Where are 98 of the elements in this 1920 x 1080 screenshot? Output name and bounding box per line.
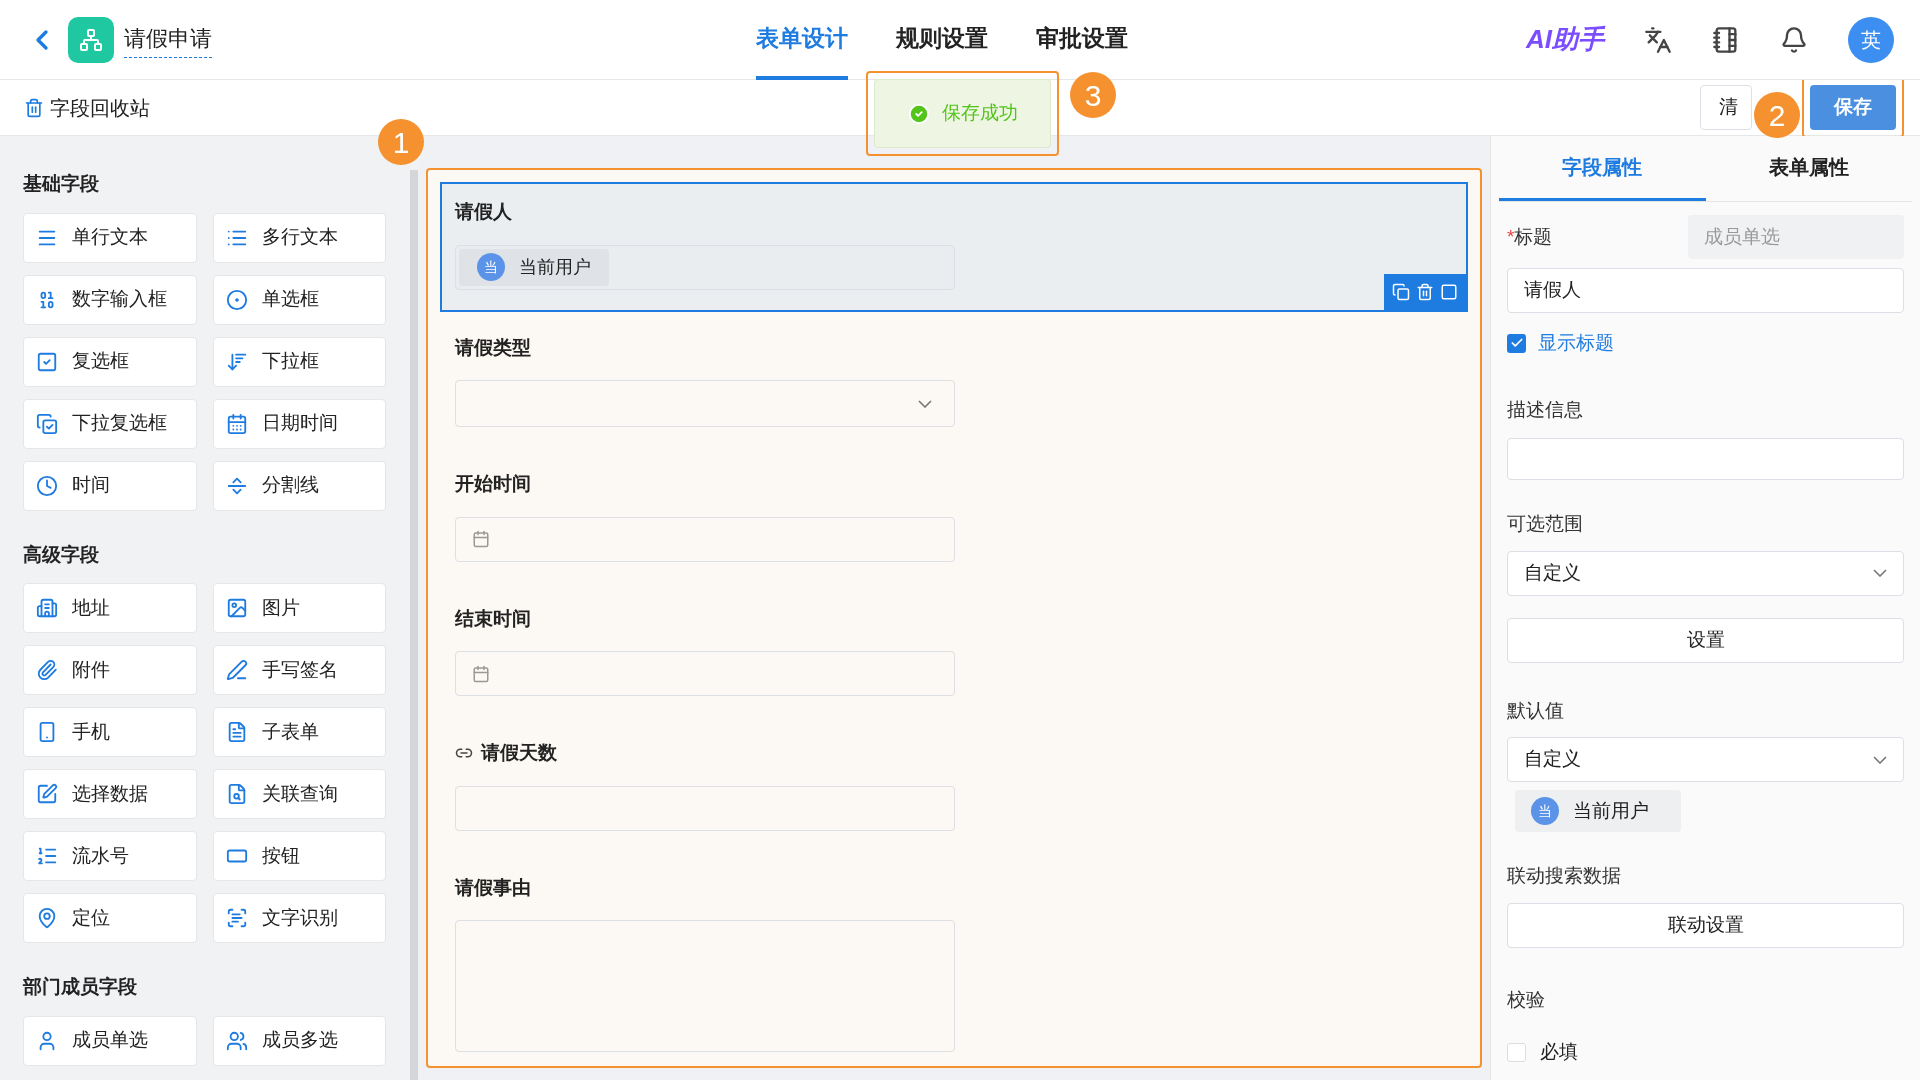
pen-icon <box>225 659 248 681</box>
property-label: 标题 <box>1514 224 1553 249</box>
checkbox-icon <box>36 350 58 373</box>
property-label: 描述信息 <box>1507 397 1584 422</box>
building-icon <box>36 597 58 619</box>
field-label: 开始时间 <box>455 472 531 496</box>
recycle-bin-icon[interactable] <box>24 97 44 118</box>
calendar-icon <box>225 412 248 435</box>
clear-button[interactable]: 清 <box>1700 85 1752 130</box>
scan-text-icon <box>225 907 248 929</box>
property-label: 联动搜索数据 <box>1507 864 1622 888</box>
checkbox[interactable] <box>1507 1042 1526 1062</box>
avatar: 当 <box>477 253 505 281</box>
field-type-item[interactable]: 复选框 <box>23 336 197 387</box>
chevron-icon <box>1873 755 1887 764</box>
square-icon[interactable] <box>1440 282 1458 301</box>
date-field[interactable] <box>455 651 955 696</box>
field-type-item[interactable]: 手写签名 <box>212 645 386 695</box>
field-label: 请假类型 <box>455 335 531 360</box>
section-title: 高级字段 <box>23 542 100 567</box>
field-type-item[interactable]: 单行文本 <box>23 212 197 263</box>
property-label: 可选范围 <box>1507 512 1584 536</box>
field-type-item[interactable]: 时间 <box>23 460 197 511</box>
success-icon <box>907 102 930 125</box>
settings-button[interactable]: 设置 <box>1507 617 1904 663</box>
location-icon <box>36 907 58 929</box>
field-type-item[interactable]: 定位 <box>23 893 197 943</box>
field-type-item[interactable]: 图片 <box>212 583 386 633</box>
field-label: 请假人 <box>455 200 512 224</box>
scope-select[interactable]: 自定义 <box>1507 550 1904 596</box>
field-type-item[interactable]: 多行文本 <box>212 212 386 263</box>
field-type-item[interactable]: 选择数据 <box>23 769 197 819</box>
section-title: 基础字段 <box>23 172 100 196</box>
panel-tab[interactable]: 字段属性 <box>1499 136 1706 201</box>
field-type-item[interactable]: 成员单选 <box>23 1015 197 1066</box>
member-field[interactable]: 当 当前用户 <box>455 244 955 290</box>
field-label: 请假事由 <box>455 875 531 900</box>
field-type-item[interactable]: 分割线 <box>212 460 386 511</box>
chevron-icon <box>918 399 932 408</box>
multi-check-icon <box>36 412 58 435</box>
field-type-item[interactable]: 按钮 <box>212 831 386 881</box>
app-logo-icon <box>68 16 114 63</box>
delete-icon[interactable] <box>1416 282 1434 301</box>
field-type-item[interactable]: 成员多选 <box>212 1015 386 1066</box>
input-field[interactable] <box>455 785 955 831</box>
field-type-item[interactable]: 下拉复选框 <box>23 398 197 449</box>
clock-icon <box>36 474 58 497</box>
paperclip-icon <box>36 659 58 681</box>
property-label: 默认值 <box>1507 698 1565 723</box>
image-icon <box>225 597 248 619</box>
ai-assistant-link[interactable]: AI助手 <box>1526 20 1604 59</box>
chevron-icon <box>1873 569 1887 577</box>
calendar-icon <box>472 530 490 548</box>
panel-tab[interactable]: 表单属性 <box>1705 136 1912 201</box>
field-type-item[interactable]: 手机 <box>23 707 197 757</box>
title-input[interactable]: 请假人 <box>1507 268 1904 313</box>
numbered-list-icon <box>36 845 58 867</box>
date-field[interactable] <box>455 516 955 562</box>
field-type-item[interactable]: 单选框 <box>212 274 386 325</box>
field-type-item[interactable]: 流水号 <box>23 831 197 881</box>
copy-icon[interactable] <box>1392 282 1410 301</box>
description-input[interactable] <box>1507 438 1904 480</box>
selected-field-card[interactable]: 请假人 当 当前用户 <box>440 182 1468 312</box>
field-type-tag: 成员单选 <box>1688 215 1904 259</box>
linkage-settings-button[interactable]: 联动设置 <box>1507 902 1904 948</box>
calendar-icon <box>472 664 490 683</box>
select-field[interactable] <box>455 380 955 427</box>
field-type-item[interactable]: 日期时间 <box>212 398 386 449</box>
section-title: 部门成员字段 <box>23 975 138 999</box>
radio-icon <box>225 288 248 311</box>
app-title: 请假申请 <box>124 21 212 58</box>
field-type-item[interactable]: 数字输入框 <box>23 274 197 325</box>
required-mark: * <box>1507 224 1515 249</box>
avatar: 当 <box>1531 797 1559 825</box>
checkbox-label: 必填 <box>1540 1040 1578 1064</box>
field-type-item[interactable]: 子表单 <box>212 707 386 757</box>
edit-icon <box>36 783 58 805</box>
checkbox-label: 显示标题 <box>1538 331 1614 355</box>
field-label: 请假天数 <box>481 741 557 765</box>
textarea-field[interactable] <box>455 920 955 1052</box>
user-name: 当前用户 <box>1573 798 1650 823</box>
bell-icon[interactable] <box>1780 25 1808 54</box>
field-type-item[interactable]: 关联查询 <box>212 769 386 819</box>
translate-icon[interactable] <box>1644 25 1672 54</box>
default-select[interactable]: 自定义 <box>1507 737 1904 782</box>
notebook-icon[interactable] <box>1712 25 1740 54</box>
nav-tab[interactable]: 规则设置 <box>896 0 988 80</box>
recycle-bin-link[interactable]: 字段回收站 <box>50 92 150 123</box>
field-type-item[interactable]: 下拉框 <box>212 336 386 387</box>
users-icon <box>225 1029 248 1052</box>
success-toast: 保存成功 <box>874 79 1051 148</box>
field-type-item[interactable]: 附件 <box>23 645 197 695</box>
field-type-item[interactable]: 文字识别 <box>212 893 386 943</box>
field-label: 结束时间 <box>455 606 531 631</box>
user-name: 当前用户 <box>519 255 591 279</box>
checkbox[interactable] <box>1507 333 1526 353</box>
property-label: 校验 <box>1507 987 1546 1012</box>
field-type-item[interactable]: 地址 <box>23 583 197 633</box>
